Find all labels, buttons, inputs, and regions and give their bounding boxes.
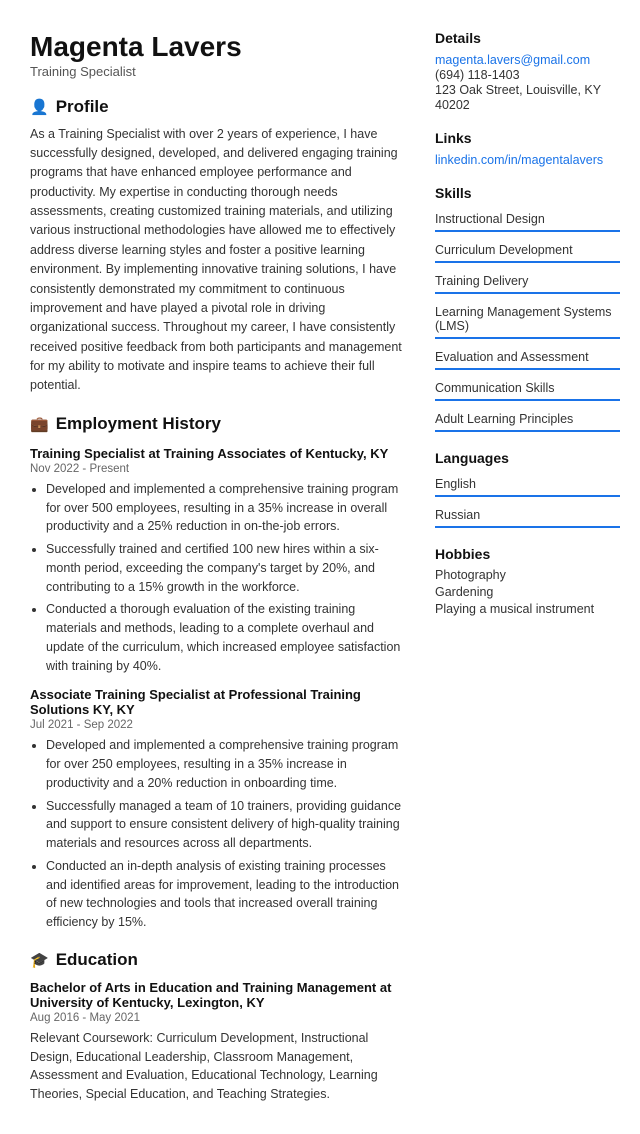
address-text: 123 Oak Street, Louisville, KY 40202 (435, 83, 601, 112)
profile-icon: 👤 (30, 98, 49, 116)
profile-text: As a Training Specialist with over 2 yea… (30, 125, 405, 396)
skill-item: Evaluation and Assessment (435, 345, 620, 370)
language-item: Russian (435, 503, 620, 528)
hobby-item: Photography (435, 568, 620, 582)
list-item: Conducted a thorough evaluation of the e… (46, 600, 405, 675)
list-item: Developed and implemented a comprehensiv… (46, 736, 405, 792)
skill-item: Learning Management Systems (LMS) (435, 300, 620, 339)
resume-title: Training Specialist (30, 64, 405, 79)
job-2-bullets: Developed and implemented a comprehensiv… (30, 736, 405, 932)
edu-1: Bachelor of Arts in Education and Traini… (30, 980, 405, 1104)
employment-section-label: Employment History (56, 414, 221, 434)
details-section-title: Details (435, 30, 620, 46)
resume-name: Magenta Lavers (30, 30, 405, 64)
skills-section-title: Skills (435, 185, 620, 201)
job-1: Training Specialist at Training Associat… (30, 446, 405, 676)
hobbies-section-title: Hobbies (435, 546, 620, 562)
email-link[interactable]: magenta.lavers@gmail.com (435, 53, 590, 67)
hobby-item: Playing a musical instrument (435, 602, 620, 616)
resume-header: Magenta Lavers Training Specialist (30, 30, 405, 79)
edu-1-text: Relevant Coursework: Curriculum Developm… (30, 1029, 405, 1104)
skill-item: Instructional Design (435, 207, 620, 232)
language-item: English (435, 472, 620, 497)
skill-item: Communication Skills (435, 376, 620, 401)
right-column: Details magenta.lavers@gmail.com (694) 1… (435, 30, 620, 1104)
skill-item: Adult Learning Principles (435, 407, 620, 432)
job-2-title: Associate Training Specialist at Profess… (30, 687, 405, 717)
edu-1-dates: Aug 2016 - May 2021 (30, 1012, 405, 1024)
profile-section-label: Profile (56, 97, 109, 117)
job-2: Associate Training Specialist at Profess… (30, 687, 405, 932)
languages-section-title: Languages (435, 450, 620, 466)
list-item: Developed and implemented a comprehensiv… (46, 480, 405, 536)
job-1-bullets: Developed and implemented a comprehensiv… (30, 480, 405, 676)
skill-item: Training Delivery (435, 269, 620, 294)
linkedin-link[interactable]: linkedin.com/in/magentalavers (435, 153, 603, 167)
profile-section-header: 👤 Profile (30, 97, 405, 117)
job-1-dates: Nov 2022 - Present (30, 463, 405, 475)
list-item: Conducted an in-depth analysis of existi… (46, 857, 405, 932)
list-item: Successfully trained and certified 100 n… (46, 540, 405, 596)
employment-icon: 💼 (30, 415, 49, 433)
hobby-item: Gardening (435, 585, 620, 599)
skill-item: Curriculum Development (435, 238, 620, 263)
education-icon: 🎓 (30, 951, 49, 969)
job-1-title: Training Specialist at Training Associat… (30, 446, 405, 461)
phone-text: (694) 118-1403 (435, 68, 520, 82)
links-section-title: Links (435, 130, 620, 146)
employment-section-header: 💼 Employment History (30, 414, 405, 434)
edu-1-title: Bachelor of Arts in Education and Traini… (30, 980, 405, 1010)
list-item: Successfully managed a team of 10 traine… (46, 797, 405, 853)
education-section-header: 🎓 Education (30, 950, 405, 970)
left-column: Magenta Lavers Training Specialist 👤 Pro… (30, 30, 405, 1104)
job-2-dates: Jul 2021 - Sep 2022 (30, 719, 405, 731)
education-section-label: Education (56, 950, 138, 970)
